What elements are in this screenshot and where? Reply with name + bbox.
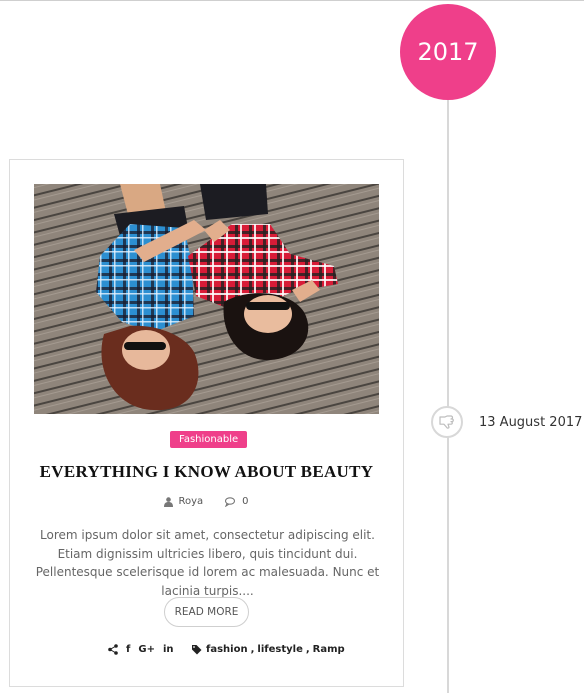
facebook-icon[interactable]: f xyxy=(126,644,130,655)
read-more-button[interactable]: READ MORE xyxy=(164,597,249,627)
share-icon[interactable] xyxy=(108,644,118,655)
comments-icon xyxy=(225,496,236,507)
thumbs-down-icon xyxy=(439,415,454,429)
post-meta: Roya 0 xyxy=(10,496,403,507)
tags-icon xyxy=(192,644,202,654)
post-author[interactable]: Roya xyxy=(164,496,203,507)
timeline-node xyxy=(431,406,463,438)
post-photo xyxy=(34,184,379,414)
top-divider xyxy=(0,0,584,1)
linkedin-icon[interactable]: in xyxy=(163,644,174,655)
timeline-line xyxy=(447,97,449,693)
post-excerpt: Lorem ipsum dolor sit amet, consectetur … xyxy=(35,528,380,598)
tag-link[interactable]: fashion xyxy=(206,644,248,655)
author-name: Roya xyxy=(178,496,204,507)
post-card: Fashionable EVERYTHING I KNOW ABOUT BEAU… xyxy=(9,159,404,687)
user-icon xyxy=(164,496,174,507)
post-title[interactable]: EVERYTHING I KNOW ABOUT BEAUTY xyxy=(10,462,403,482)
comment-count: 0 xyxy=(242,496,249,507)
timeline-date: 13 August 2017 xyxy=(479,415,583,430)
timeline-year: 2017 xyxy=(417,38,479,66)
share-links: f G+ in xyxy=(108,644,174,655)
tag-separator: , xyxy=(305,644,310,655)
post-comments[interactable]: 0 xyxy=(225,496,249,507)
google-plus-icon[interactable]: G+ xyxy=(138,644,155,655)
category-badge[interactable]: Fashionable xyxy=(170,431,248,448)
tag-separator: , xyxy=(250,644,255,655)
tag-link[interactable]: lifestyle xyxy=(257,644,302,655)
post-image[interactable] xyxy=(34,184,379,414)
post-tags: fashion, lifestyle, Ramp xyxy=(192,644,345,655)
tag-link[interactable]: Ramp xyxy=(313,644,345,655)
timeline-year-badge: 2017 xyxy=(400,4,496,100)
